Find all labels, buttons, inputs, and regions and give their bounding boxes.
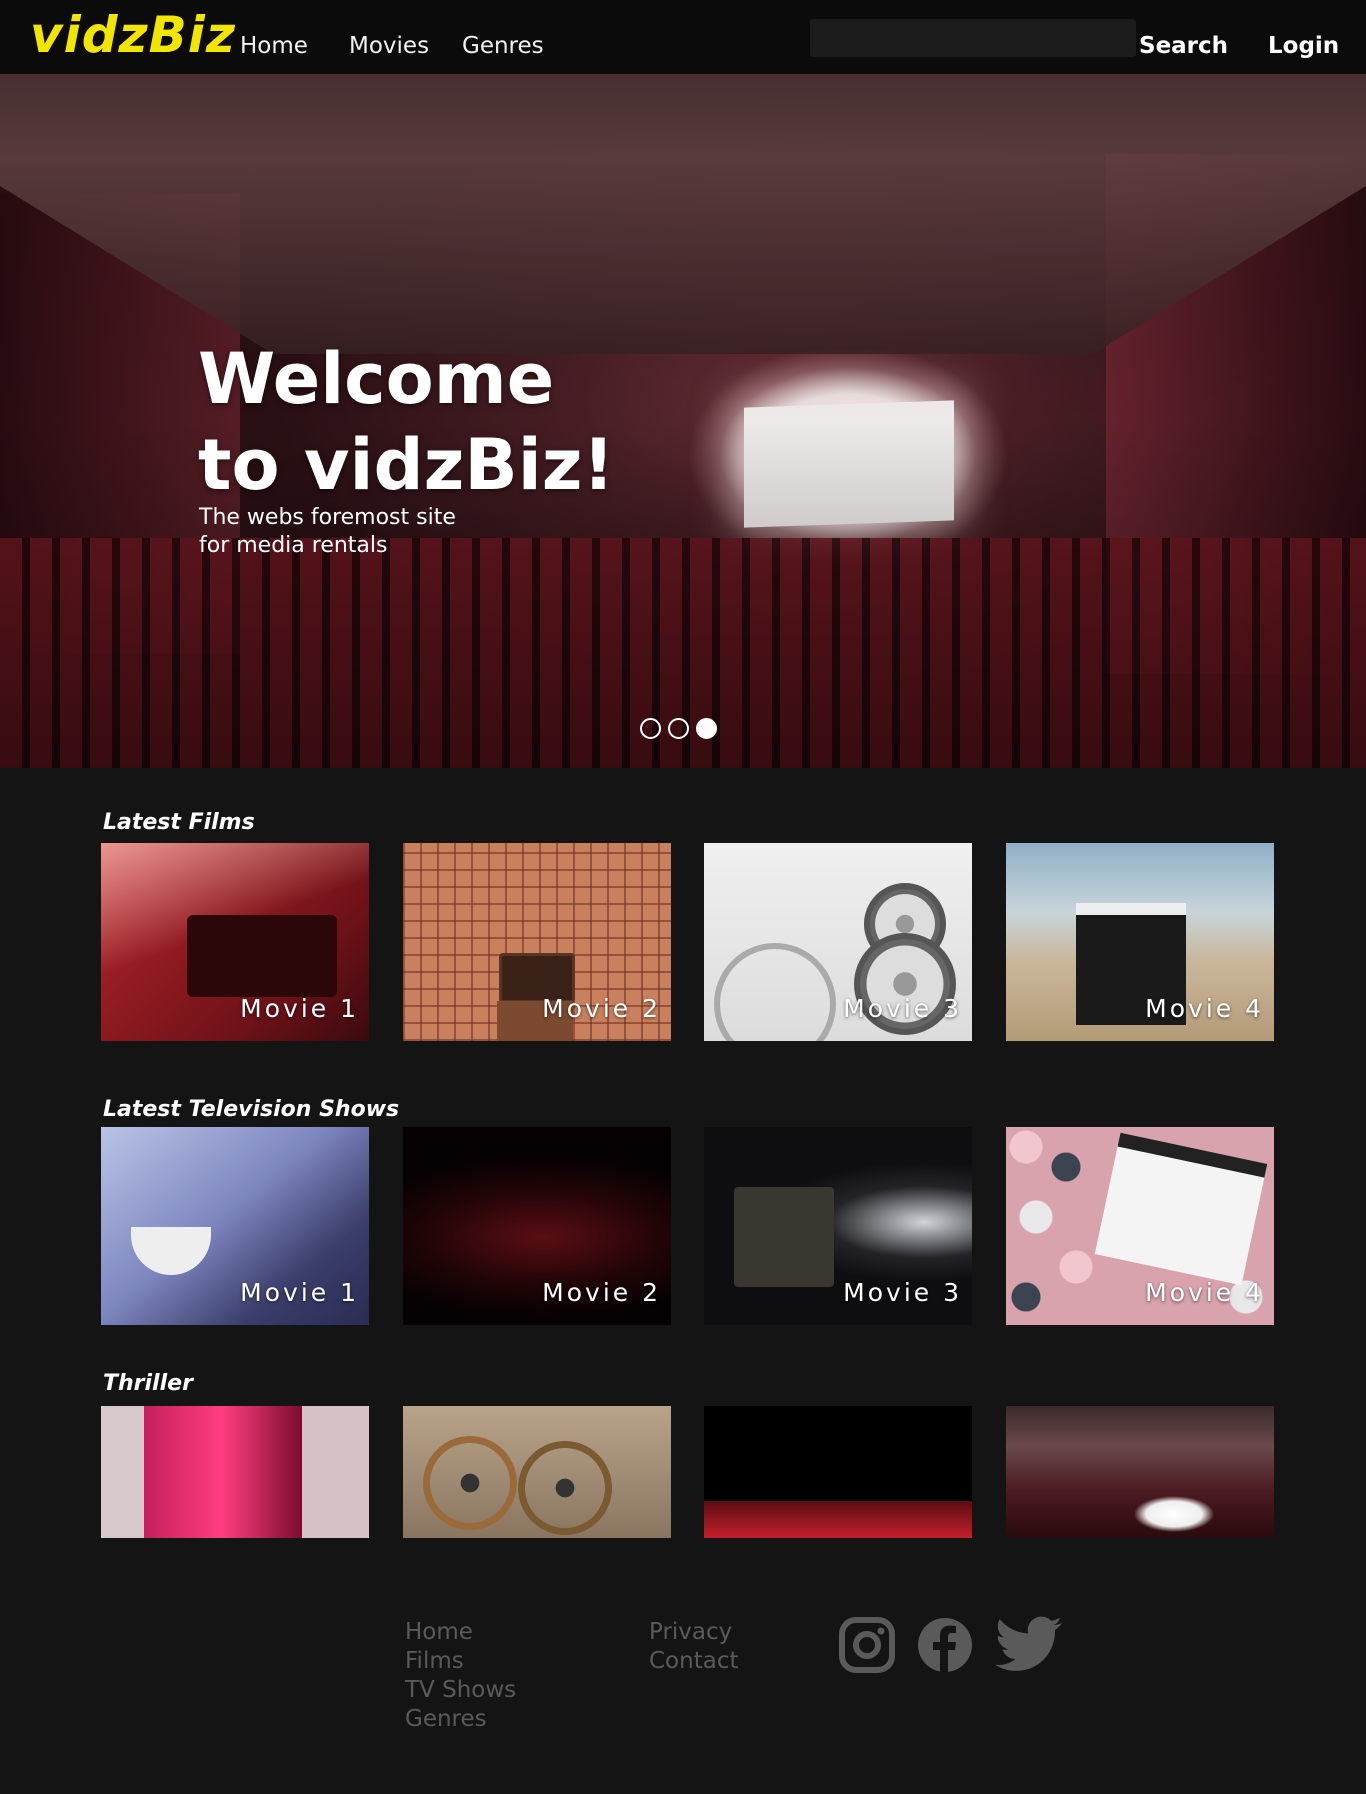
hero-title-line2: to vidzBiz! <box>198 424 615 506</box>
instagram-icon[interactable] <box>838 1616 896 1674</box>
hero-subtitle-line2: for media rentals <box>199 533 388 558</box>
card-label: Movie 4 <box>1145 1278 1264 1307</box>
footer-link-films[interactable]: Films <box>405 1647 516 1676</box>
hero-title: Welcome to vidzBiz! <box>198 336 718 508</box>
hero-subtitle-line1: The webs foremost site <box>199 505 456 530</box>
card-label: Movie 1 <box>240 994 359 1023</box>
thriller-card-3[interactable] <box>704 1406 972 1538</box>
carousel-dots <box>640 718 724 742</box>
footer-link-contact[interactable]: Contact <box>649 1647 738 1676</box>
tv-card-2[interactable]: Movie 2 <box>403 1127 671 1325</box>
nav-link-movies[interactable]: Movies <box>349 33 429 59</box>
search-button[interactable]: Search <box>1139 33 1228 59</box>
section-title-thriller: Thriller <box>103 1371 193 1396</box>
section-title-latest-films: Latest Films <box>103 810 255 835</box>
top-nav: vidzBiz Home Movies Genres Search Login <box>0 0 1366 74</box>
twitter-icon[interactable] <box>994 1616 1064 1674</box>
footer-link-tv-shows[interactable]: TV Shows <box>405 1676 516 1705</box>
footer-link-privacy[interactable]: Privacy <box>649 1618 738 1647</box>
film-card-2[interactable]: Movie 2 <box>403 843 671 1041</box>
card-label: Movie 3 <box>843 994 962 1023</box>
film-card-1[interactable]: Movie 1 <box>101 843 369 1041</box>
nav-link-home[interactable]: Home <box>240 33 308 59</box>
card-label: Movie 4 <box>1145 994 1264 1023</box>
thriller-card-4[interactable] <box>1006 1406 1274 1538</box>
thriller-thumbnail <box>704 1406 972 1538</box>
carousel-dot-2[interactable] <box>668 718 689 739</box>
site-logo[interactable]: vidzBiz <box>30 6 236 64</box>
card-label: Movie 2 <box>542 1278 661 1307</box>
card-label: Movie 2 <box>542 994 661 1023</box>
hero-title-line1: Welcome <box>198 338 555 420</box>
carousel-dot-1[interactable] <box>640 718 661 739</box>
hero-carousel: Welcome to vidzBiz! The webs foremost si… <box>0 74 1366 768</box>
tv-card-3[interactable]: Movie 3 <box>704 1127 972 1325</box>
login-button[interactable]: Login <box>1268 33 1339 59</box>
facebook-icon[interactable] <box>916 1616 974 1674</box>
thriller-thumbnail <box>1006 1406 1274 1538</box>
hero-subtitle: The webs foremost site for media rentals <box>199 504 499 560</box>
carousel-dot-3[interactable] <box>696 718 717 739</box>
thriller-card-1[interactable] <box>101 1406 369 1538</box>
search-input[interactable] <box>810 19 1136 57</box>
footer-link-genres[interactable]: Genres <box>405 1705 516 1734</box>
film-card-3[interactable]: Movie 3 <box>704 843 972 1041</box>
thriller-thumbnail <box>101 1406 369 1538</box>
thriller-card-2[interactable] <box>403 1406 671 1538</box>
film-card-4[interactable]: Movie 4 <box>1006 843 1274 1041</box>
thriller-thumbnail <box>403 1406 671 1538</box>
footer-nav-col-2: Privacy Contact <box>649 1618 738 1676</box>
card-label: Movie 3 <box>843 1278 962 1307</box>
section-title-latest-tv-shows: Latest Television Shows <box>103 1097 400 1122</box>
tv-card-4[interactable]: Movie 4 <box>1006 1127 1274 1325</box>
tv-card-1[interactable]: Movie 1 <box>101 1127 369 1325</box>
footer-link-home[interactable]: Home <box>405 1618 516 1647</box>
nav-link-genres[interactable]: Genres <box>462 33 544 59</box>
card-label: Movie 1 <box>240 1278 359 1307</box>
footer-nav-col-1: Home Films TV Shows Genres <box>405 1618 516 1734</box>
